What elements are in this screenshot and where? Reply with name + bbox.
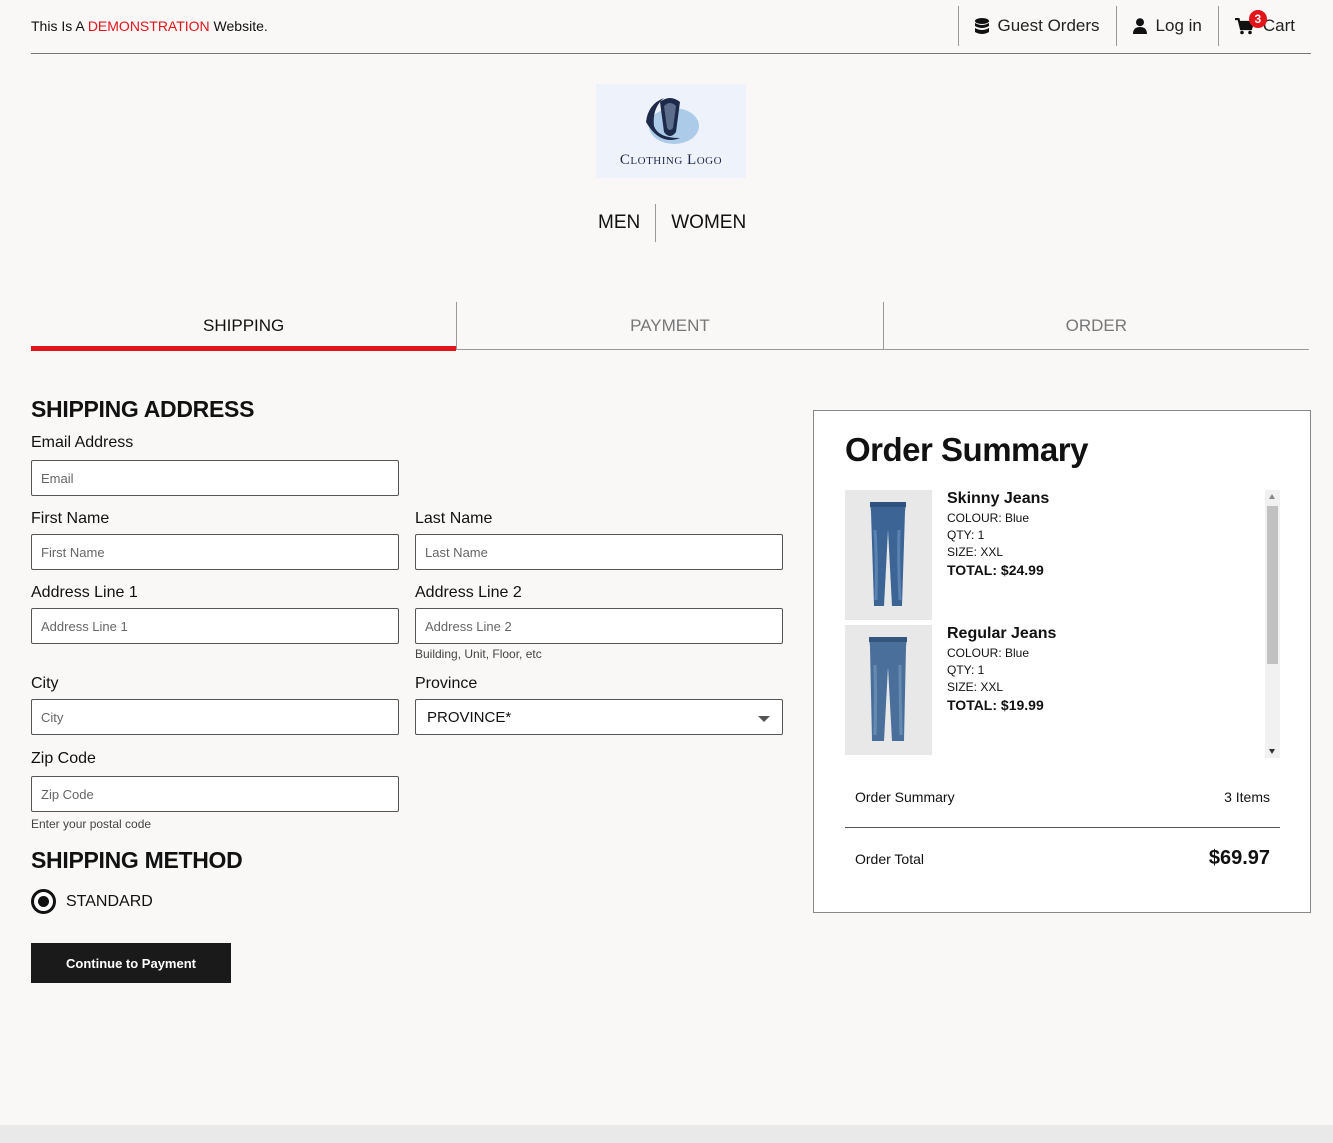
order-total-label: Order Total: [855, 850, 924, 867]
footer-bar: [0, 1125, 1333, 1143]
last-name-field[interactable]: [415, 534, 783, 570]
zip-code-hint: Enter your postal code: [31, 817, 152, 831]
zip-code-field[interactable]: [31, 776, 399, 812]
item-name: Skinny Jeans: [947, 490, 1050, 507]
email-field[interactable]: [31, 460, 399, 496]
shipping-address-title: SHIPPING ADDRESS: [31, 396, 255, 422]
last-name-label: Last Name: [415, 510, 493, 527]
nav-men[interactable]: MEN: [583, 204, 655, 242]
login-link[interactable]: Log in: [1115, 6, 1218, 46]
shipping-method-title: SHIPPING METHOD: [31, 847, 243, 873]
zip-code-label: Zip Code: [31, 750, 96, 767]
address-line-2-hint: Building, Unit, Floor, etc: [415, 647, 542, 661]
demo-prefix: This Is A: [31, 18, 88, 34]
province-select[interactable]: PROVINCE*: [415, 699, 783, 735]
main-nav: MEN WOMEN: [583, 204, 761, 242]
address-line-2-field[interactable]: [415, 608, 783, 644]
demo-suffix: Website.: [209, 18, 268, 34]
step-payment[interactable]: PAYMENT: [456, 302, 882, 350]
address-line-1-label: Address Line 1: [31, 584, 138, 601]
demo-highlight: DEMONSTRATION: [87, 18, 210, 34]
nav-women[interactable]: WOMEN: [656, 204, 761, 242]
caret-down-icon: [758, 716, 770, 722]
standard-radio[interactable]: [31, 889, 56, 914]
summary-divider: [845, 827, 1280, 828]
user-icon: [1132, 18, 1147, 34]
item-qty: QTY: 1: [947, 663, 985, 677]
first-name-field[interactable]: [31, 534, 399, 570]
scroll-thumb[interactable]: [1267, 506, 1278, 664]
scroll-down-icon[interactable]: [1269, 749, 1275, 754]
clothing-logo[interactable]: Clothing Logo: [596, 84, 746, 178]
continue-to-payment-button[interactable]: Continue to Payment: [31, 943, 231, 983]
item-qty: QTY: 1: [947, 528, 985, 542]
address-line-2-label: Address Line 2: [415, 584, 522, 601]
address-line-1-field[interactable]: [31, 608, 399, 644]
item-colour: COLOUR: Blue: [947, 646, 1030, 660]
order-summary-title: Order Summary: [845, 431, 1088, 468]
logo-mark-icon: [646, 98, 699, 144]
login-label: Log in: [1155, 16, 1202, 35]
item-total: TOTAL: $19.99: [947, 697, 1044, 713]
top-bar: This Is A DEMONSTRATION Website. Guest O…: [31, 0, 1311, 54]
radio-selected-dot: [38, 896, 49, 907]
step-shipping[interactable]: SHIPPING: [31, 302, 457, 351]
item-size: SIZE: XXL: [947, 545, 1004, 559]
email-label: Email Address: [31, 434, 134, 451]
cart-link[interactable]: 3 Cart: [1217, 6, 1311, 46]
shipping-method-standard[interactable]: STANDARD: [31, 889, 153, 914]
cart-label: Cart: [1262, 16, 1295, 35]
item-colour: COLOUR: Blue: [947, 511, 1030, 525]
province-label: Province: [415, 675, 478, 692]
order-total-value: $69.97: [1208, 847, 1270, 869]
order-total-row: Order Total $69.97: [845, 847, 1280, 870]
account-links: Guest Orders Log in 3 Cart: [957, 6, 1312, 46]
logo-text: Clothing Logo: [619, 152, 723, 168]
jeans-icon: [869, 637, 907, 741]
standard-label: STANDARD: [66, 892, 153, 910]
order-item: Skinny Jeans COLOUR: Blue QTY: 1 SIZE: X…: [845, 490, 1255, 620]
order-summary-panel: Order Summary Skinny Jeans COLOUR: Blue …: [813, 410, 1311, 913]
item-total: TOTAL: $24.99: [947, 562, 1044, 578]
item-name: Regular Jeans: [947, 625, 1057, 642]
items-scrollbar[interactable]: [1265, 490, 1280, 758]
guest-orders-label: Guest Orders: [997, 16, 1100, 35]
order-item: Regular Jeans COLOUR: Blue QTY: 1 SIZE: …: [845, 625, 1255, 755]
city-field[interactable]: [31, 699, 399, 735]
regular-jeans-image: [845, 625, 932, 755]
jeans-icon: [870, 502, 906, 606]
item-size: SIZE: XXL: [947, 680, 1004, 694]
cart-count-badge: 3: [1248, 10, 1267, 28]
city-label: City: [31, 675, 59, 692]
guest-orders-link[interactable]: Guest Orders: [957, 6, 1116, 46]
step-order[interactable]: ORDER: [882, 302, 1309, 350]
summary-label: Order Summary: [855, 789, 955, 805]
first-name-label: First Name: [31, 510, 110, 527]
province-value: PROVINCE*: [427, 708, 512, 726]
database-icon: [974, 17, 989, 34]
checkout-steps: SHIPPING PAYMENT ORDER: [31, 302, 1309, 351]
skinny-jeans-image: [845, 490, 932, 620]
demo-notice: This Is A DEMONSTRATION Website.: [31, 18, 268, 34]
order-summary-count-row: Order Summary 3 Items: [845, 789, 1280, 805]
order-items-list[interactable]: Skinny Jeans COLOUR: Blue QTY: 1 SIZE: X…: [845, 490, 1280, 758]
summary-count: 3 Items: [1224, 789, 1270, 805]
scroll-up-icon[interactable]: [1269, 494, 1275, 499]
